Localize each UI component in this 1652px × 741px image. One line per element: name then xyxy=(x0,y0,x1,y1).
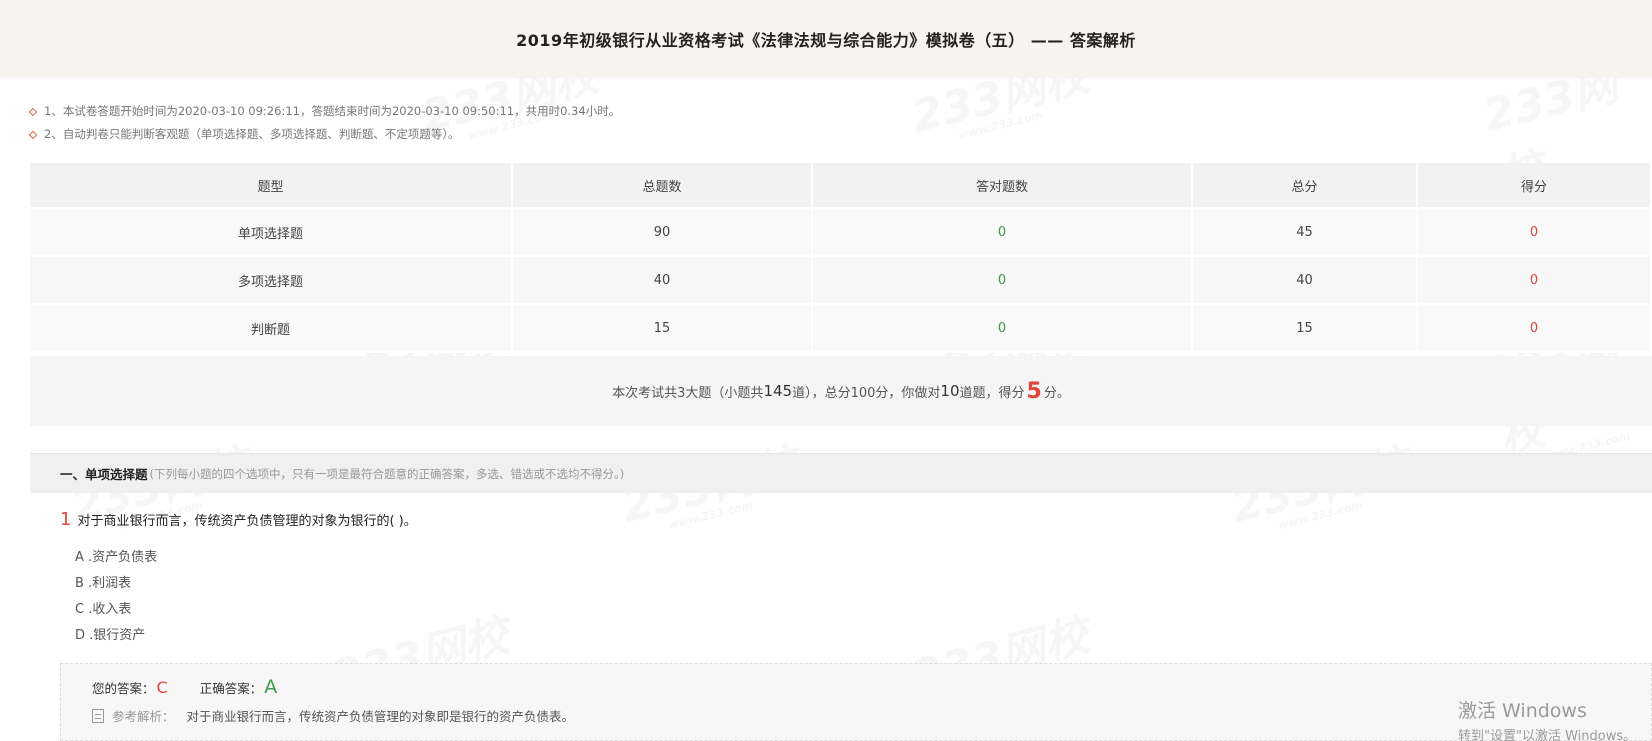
question-options: A .资产负债表 B .利润表 C .收入表 D .银行资产 xyxy=(75,545,157,649)
correct-answer-value: A xyxy=(264,676,278,698)
cell-type: 判断题 xyxy=(30,305,513,353)
reference-row: 参考解析： 对于商业银行而言，传统资产负债管理的对象即是银行的资产负债表。 xyxy=(92,706,574,725)
reference-label: 参考解析： xyxy=(112,709,175,724)
section-title: 一、单项选择题 xyxy=(60,467,148,482)
table-header-row: 题型 总题数 答对题数 总分 得分 xyxy=(30,163,1652,209)
your-answer-value: C xyxy=(156,678,168,697)
question-number: 1 xyxy=(60,509,72,530)
score-summary: 本次考试共3大题（小题共 145 道），总分100分，你做对 10 道题，得分 … xyxy=(30,356,1652,426)
section-header: 一、单项选择题 (下列每小题的四个选项中，只有一项是最符合题意的正确答案，多选、… xyxy=(30,453,1652,493)
cell-score: 0 xyxy=(1418,305,1652,353)
cell-type: 多项选择题 xyxy=(30,257,513,305)
document-icon xyxy=(92,708,104,723)
summary-text: 道），总分100分，你做对 xyxy=(792,385,941,401)
correct-answer-label: 正确答案： xyxy=(199,681,263,696)
activation-title: 激活 Windows xyxy=(1458,700,1587,722)
table-row: 判断题 15 0 15 0 xyxy=(30,305,1652,353)
cell-points: 15 xyxy=(1193,305,1418,353)
reference-text: 对于商业银行而言，传统资产负债管理的对象即是银行的资产负债表。 xyxy=(186,709,575,724)
note-item: 1、本试卷答题开始时间为2020-03-10 09:26:11，答题结束时间为2… xyxy=(28,100,621,123)
question-stem: 1 对于商业银行而言，传统资产负债管理的对象为银行的( )。 xyxy=(60,509,417,530)
column-header-correct: 答对题数 xyxy=(813,163,1193,209)
cell-points: 40 xyxy=(1193,257,1418,305)
diamond-bullet-icon xyxy=(28,107,38,116)
cell-score: 0 xyxy=(1418,209,1652,257)
question-text: 对于商业银行而言，传统资产负债管理的对象为银行的( )。 xyxy=(77,514,417,529)
section-description: (下列每小题的四个选项中，只有一项是最符合题意的正确答案，多选、错选或不选均不得… xyxy=(149,466,625,481)
windows-activation-notice: 激活 Windows 转到"设置"以激活 Windows。 xyxy=(1458,696,1636,741)
option-c: C .收入表 xyxy=(75,602,132,617)
cell-total: 90 xyxy=(513,209,813,257)
exam-notes: 1、本试卷答题开始时间为2020-03-10 09:26:11，答题结束时间为2… xyxy=(28,100,621,146)
cell-score: 0 xyxy=(1418,257,1652,305)
option-b: B .利润表 xyxy=(75,576,132,591)
summary-question-count: 145 xyxy=(763,382,793,400)
cell-total: 40 xyxy=(513,257,813,305)
page-title: 2019年初级银行从业资格考试《法律法规与综合能力》模拟卷（五） —— 答案解析 xyxy=(516,31,1136,50)
note-text: 1、本试卷答题开始时间为2020-03-10 09:26:11，答题结束时间为2… xyxy=(44,104,621,118)
cell-total: 15 xyxy=(513,305,813,353)
cell-correct: 0 xyxy=(813,257,1193,305)
diamond-bullet-icon xyxy=(28,130,38,139)
table-row: 多项选择题 40 0 40 0 xyxy=(30,257,1652,305)
score-table: 题型 总题数 答对题数 总分 得分 单项选择题 90 0 45 0 多项选择题 … xyxy=(30,163,1652,353)
cell-type: 单项选择题 xyxy=(30,209,513,257)
note-text: 2、自动判卷只能判断客观题（单项选择题、多项选择题、判断题、不定项题等）。 xyxy=(44,127,460,141)
summary-score: 5 xyxy=(1026,378,1042,404)
answer-row: 您的答案： C 正确答案： A xyxy=(92,676,309,698)
summary-correct-count: 10 xyxy=(940,382,960,400)
answer-panel: 您的答案： C 正确答案： A 参考解析： 对于商业银行而言，传统资产负债管理的… xyxy=(60,663,1652,741)
option-d: D .银行资产 xyxy=(75,628,146,643)
note-item: 2、自动判卷只能判断客观题（单项选择题、多项选择题、判断题、不定项题等）。 xyxy=(28,123,620,146)
option-a: A .资产负债表 xyxy=(75,550,158,565)
cell-correct: 0 xyxy=(813,209,1193,257)
your-answer-label: 您的答案： xyxy=(92,681,155,696)
column-header-score: 得分 xyxy=(1418,163,1652,209)
table-row: 单项选择题 90 0 45 0 xyxy=(30,209,1652,257)
column-header-total: 总题数 xyxy=(513,163,813,209)
activation-subtitle: 转到"设置"以激活 Windows。 xyxy=(1458,729,1637,741)
cell-correct: 0 xyxy=(813,305,1193,353)
cell-points: 45 xyxy=(1193,209,1418,257)
summary-text: 分。 xyxy=(1043,385,1070,401)
column-header-type: 题型 xyxy=(30,163,513,209)
summary-text: 道题，得分 xyxy=(959,385,1025,401)
column-header-points: 总分 xyxy=(1193,163,1418,209)
summary-text: 本次考试共3大题（小题共 xyxy=(612,385,764,401)
page-header: 2019年初级银行从业资格考试《法律法规与综合能力》模拟卷（五） —— 答案解析 xyxy=(0,0,1652,78)
